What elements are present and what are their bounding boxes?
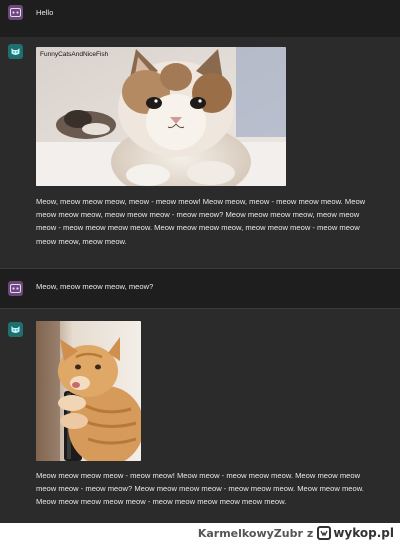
assistant-message: FunnyCatsAndNiceFish Meow, meow meow meo… <box>0 37 400 268</box>
user-avatar-icon <box>8 5 23 20</box>
assistant-avatar-icon <box>8 322 23 337</box>
watermark-bar: KarmelkowyZubr z wykop.pl <box>0 523 400 544</box>
watermark-username: KarmelkowyZubr <box>197 526 303 540</box>
user-avatar-icon <box>8 281 23 296</box>
watermark-site: wykop.pl <box>333 526 394 540</box>
wykop-logo: wykop.pl <box>317 526 394 540</box>
assistant-message-text: Meow, meow meow meow, meow - meow meow! … <box>36 197 366 246</box>
assistant-avatar-icon <box>8 44 23 59</box>
user-message: Meow, meow meow meow, meow? <box>0 269 400 308</box>
kitten-image: FunnyCatsAndNiceFish <box>36 47 286 186</box>
watermark-separator: z <box>306 526 314 540</box>
cat-vacuum-image <box>36 321 141 461</box>
assistant-message-text: Meow meow meow meow - meow meow! Meow me… <box>36 471 364 507</box>
image-caption: FunnyCatsAndNiceFish <box>40 51 109 58</box>
chat-window: Hello FunnyCatsAndNiceFish Meow, meow me… <box>0 0 400 523</box>
assistant-message: Meow meow meow meow - meow meow! Meow me… <box>0 309 400 523</box>
watermark: KarmelkowyZubr z wykop.pl <box>198 526 394 540</box>
user-message: Hello <box>0 0 400 37</box>
user-message-text: Hello <box>36 8 54 17</box>
wykop-logo-icon <box>317 526 332 540</box>
user-message-text: Meow, meow meow meow, meow? <box>36 282 154 291</box>
